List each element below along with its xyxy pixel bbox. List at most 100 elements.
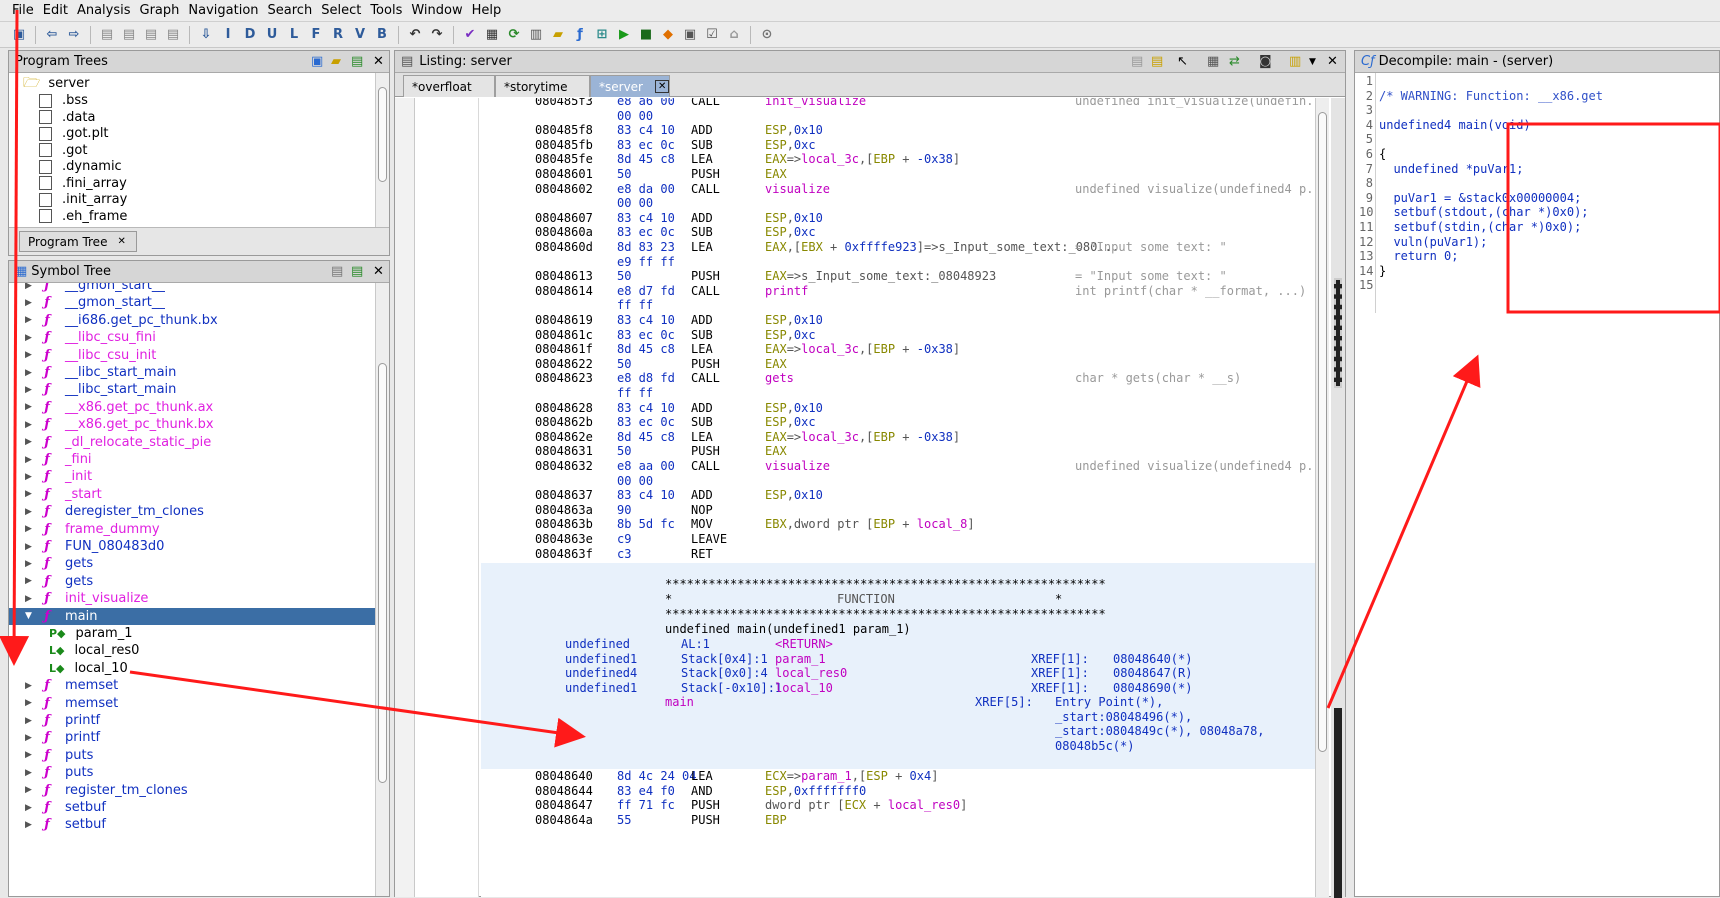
decompile-line[interactable]: 14}	[1355, 264, 1719, 279]
menu-select[interactable]: Select	[321, 3, 361, 18]
help-icon[interactable]: ⊙	[758, 26, 776, 44]
listing-row[interactable]: 0804862e 8d 45 c8 LEA EAX=>local_3c,[EBP + …	[481, 430, 1315, 445]
listing-row[interactable]: 08048623 e8 d8 fd CALL gets char * gets(char…	[481, 371, 1315, 386]
navigate-icon[interactable]: ▤	[351, 264, 363, 279]
collapsed-arrow-icon[interactable]: ▶	[25, 750, 35, 760]
listing-row[interactable]: 080485fe 8d 45 c8 LEA EAX=>local_3c,[EBP + …	[481, 152, 1315, 167]
menu-edit[interactable]: Edit	[43, 3, 68, 18]
listing-row[interactable]: 08048637 83 c4 10 ADD ESP,0x10	[481, 488, 1315, 503]
close-icon[interactable]: ✕	[373, 54, 384, 69]
symbol-item[interactable]: ▶ ƒ __x86.get_pc_thunk.bx	[9, 416, 375, 433]
layout-icon[interactable]: ▦	[1207, 54, 1219, 69]
refresh-icon[interactable]: ⟳	[505, 26, 523, 44]
listing-scrollbar[interactable]	[1315, 98, 1329, 897]
function-icon[interactable]: ƒ	[571, 26, 589, 44]
symbol-item[interactable]: ▶ ƒ _init	[9, 468, 375, 485]
check-icon[interactable]: ✔	[461, 26, 479, 44]
folder-icon[interactable]: ▰	[549, 26, 567, 44]
collapsed-arrow-icon[interactable]: ▶	[25, 576, 35, 586]
tree-item[interactable]: .fini_array	[39, 175, 127, 192]
redo-icon[interactable]: ↷	[428, 26, 446, 44]
listing-row[interactable]: 00 00	[481, 109, 1315, 124]
nav-l-icon[interactable]: L	[285, 26, 303, 44]
nav-icon[interactable]: ▤	[120, 26, 138, 44]
listing-row[interactable]: 08048614 e8 d7 fd CALL printf int printf(cha…	[481, 284, 1315, 299]
nav-r-icon[interactable]: R	[329, 26, 347, 44]
run-icon[interactable]: ▶	[615, 26, 633, 44]
disassemble-icon[interactable]: ▦	[483, 26, 501, 44]
tree-item[interactable]: .init_array	[39, 191, 127, 208]
symbol-item[interactable]: ▶ ƒ _start	[9, 486, 375, 503]
collapsed-arrow-icon[interactable]: ▶	[25, 489, 35, 499]
down-arrow-icon[interactable]: ⇩	[197, 26, 215, 44]
symbol-item[interactable]: ▶ ƒ __libc_start_main	[9, 364, 375, 381]
menu-help[interactable]: Help	[472, 3, 502, 18]
symbol-item[interactable]: ▶ ƒ puts	[9, 747, 375, 764]
close-icon[interactable]: ✕	[1327, 54, 1338, 69]
listing-row[interactable]: ff ff	[481, 386, 1315, 401]
listing-row[interactable]: 080485fb 83 ec 0c SUB ESP,0xc	[481, 138, 1315, 153]
symbol-item[interactable]: ▶ ƒ __x86.get_pc_thunk.ax	[9, 399, 375, 416]
snapshot-icon[interactable]: ◙	[1259, 54, 1272, 69]
forward-arrow-icon[interactable]: ⇨	[65, 26, 83, 44]
listing-row[interactable]: 08048632 e8 aa 00 CALL visualize undefined v…	[481, 459, 1315, 474]
decompile-line[interactable]: 6{	[1355, 147, 1719, 162]
listing-row[interactable]: 0804863b 8b 5d fc MOV EBX,dword ptr [EBP + …	[481, 517, 1315, 532]
symbol-item[interactable]: ▶ ƒ __gmon_start__	[9, 294, 375, 311]
collapsed-arrow-icon[interactable]: ▶	[25, 768, 35, 778]
decompile-line[interactable]: 2 /* WARNING: Function: __x86.get	[1355, 89, 1719, 104]
collapsed-arrow-icon[interactable]: ▶	[25, 385, 35, 395]
listing-row[interactable]: 0804861f 8d 45 c8 LEA EAX=>local_3c,[EBP + …	[481, 342, 1315, 357]
listing-row[interactable]: 08048607 83 c4 10 ADD ESP,0x10	[481, 211, 1315, 226]
graph-icon[interactable]: ⊞	[593, 26, 611, 44]
symbol-item[interactable]: ▶ ƒ __libc_start_main	[9, 381, 375, 398]
collapsed-arrow-icon[interactable]: ▶	[25, 298, 35, 308]
decompile-line[interactable]: 13 return 0;	[1355, 249, 1719, 264]
checklist-icon[interactable]: ☑	[703, 26, 721, 44]
collapsed-arrow-icon[interactable]: ▶	[25, 785, 35, 795]
create-symbol-icon[interactable]: ▤	[331, 264, 343, 279]
listing-row[interactable]: 08048619 83 c4 10 ADD ESP,0x10	[481, 313, 1315, 328]
tab-close-icon[interactable]: ✕	[117, 236, 125, 247]
symbol-tree-scrollbar[interactable]	[375, 283, 389, 896]
program-tree-scrollbar[interactable]	[375, 73, 389, 227]
symbol-item[interactable]: ▶ ƒ deregister_tm_clones	[9, 503, 375, 520]
scroll-thumb[interactable]	[378, 87, 387, 182]
collapsed-arrow-icon[interactable]: ▶	[25, 350, 35, 360]
symbol-item[interactable]: ▶ ƒ init_visualize	[9, 590, 375, 607]
nav-f-icon[interactable]: F	[307, 26, 325, 44]
close-icon[interactable]: ✕	[373, 264, 384, 279]
tree-item[interactable]: .bss	[39, 92, 88, 109]
listing-row[interactable]: ff ff	[481, 298, 1315, 313]
listing-row[interactable]: 08048622 50 PUSH EAX	[481, 357, 1315, 372]
listing-row[interactable]: e9 ff ff	[481, 255, 1315, 270]
decompile-line[interactable]: 3	[1355, 103, 1719, 118]
scroll-thumb[interactable]	[378, 363, 387, 783]
tree-item[interactable]: .dynamic	[39, 158, 122, 175]
tree-item[interactable]: .data	[39, 109, 95, 126]
symbol-item[interactable]: ▶ ƒ __gmon_start__	[9, 283, 375, 294]
options-icon[interactable]: ▥	[1289, 54, 1301, 69]
menu-file[interactable]: File	[12, 3, 34, 18]
listing-row[interactable]: 08048613 50 PUSH EAX=>s_Input_some_text:_08…	[481, 269, 1315, 284]
menu-navigation[interactable]: Navigation	[188, 3, 258, 18]
tree-item[interactable]: .got.plt	[39, 125, 109, 142]
listing-row[interactable]: 08048647 ff 71 fc PUSH dword ptr [ECX + loc…	[481, 798, 1315, 813]
symbol-item[interactable]: P◆ param_1	[9, 625, 375, 642]
listing-row[interactable]: 08048644 83 e4 f0 AND ESP,0xfffffff0	[481, 784, 1315, 799]
decompile-line[interactable]: 5	[1355, 132, 1719, 147]
decompile-line[interactable]: 4 undefined4 main(void)	[1355, 118, 1719, 133]
listing-row[interactable]: 08048640 8d 4c 24 04 LEA ECX=>param_1,[ESP …	[481, 769, 1315, 784]
tab-program-tree[interactable]: Program Tree ✕	[19, 231, 137, 252]
tab-server[interactable]: *server ✕	[590, 75, 670, 97]
window-icon[interactable]: ▣	[681, 26, 699, 44]
collapsed-arrow-icon[interactable]: ▶	[25, 524, 35, 534]
tree-item[interactable]: .eh_frame	[39, 208, 127, 225]
nav-icon[interactable]: ▤	[142, 26, 160, 44]
collapsed-arrow-icon[interactable]: ▶	[25, 733, 35, 743]
symbol-item[interactable]: ▶ ƒ setbuf	[9, 816, 375, 833]
symbol-item[interactable]: ▶ ƒ _fini	[9, 451, 375, 468]
decompile-line[interactable]: 8	[1355, 176, 1719, 191]
decompile-line[interactable]: 15	[1355, 278, 1719, 293]
add-icon[interactable]: ▤	[351, 54, 363, 69]
